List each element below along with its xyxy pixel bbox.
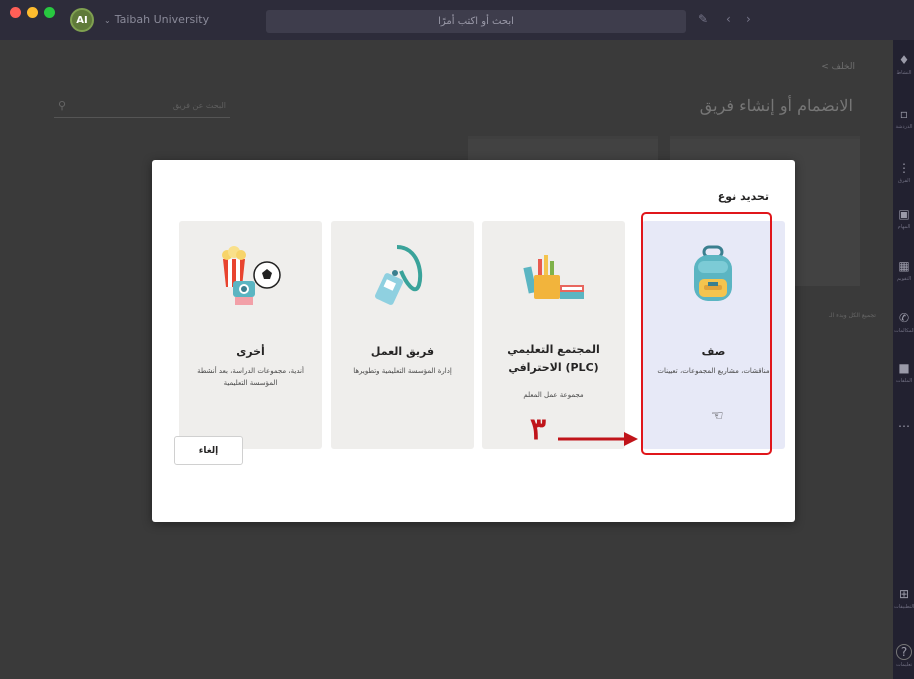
files-icon[interactable]: ■: [896, 360, 912, 376]
maximize-window-button[interactable]: [44, 7, 55, 18]
title-bar: AI ⌄ Taibah University ابحث أو اكتب أمرًا…: [0, 0, 914, 40]
apps-icon[interactable]: ⊞: [896, 586, 912, 602]
minimize-window-button[interactable]: [27, 7, 38, 18]
org-name-label: Taibah University: [114, 13, 210, 26]
popcorn-ball-camera-icon: [222, 246, 281, 305]
back-arrow-icon[interactable]: ‹: [726, 12, 731, 26]
compose-icon[interactable]: ✎: [698, 12, 708, 26]
dialog-title: تحديد نوع: [717, 190, 769, 203]
calendar-icon[interactable]: ▦: [896, 258, 912, 274]
rail-label-chat: الدردشة: [895, 124, 913, 130]
team-type-card-plc[interactable]: المجتمع التعليمي الاحترافي (PLC) مجموعة …: [482, 221, 625, 449]
rail-label-teams: الفرق: [897, 178, 911, 184]
rail-label-files: الملفات: [895, 378, 913, 384]
bell-icon[interactable]: ♦: [896, 52, 912, 68]
cancel-button[interactable]: إلغاء: [174, 436, 243, 465]
books-pencils-icon: [523, 255, 584, 299]
team-type-card-staff[interactable]: فريق العمل إدارة المؤسسة التعليمية وتطوي…: [331, 221, 474, 449]
close-window-button[interactable]: [10, 7, 21, 18]
rail-label-activity: النشاط: [896, 70, 912, 76]
rail-label-calendar: التقويم: [896, 276, 912, 282]
org-switcher[interactable]: ⌄ Taibah University: [104, 13, 209, 26]
rail-label-apps: التطبيقات: [894, 604, 914, 610]
card-desc-plc: مجموعة عمل المعلم: [523, 391, 584, 399]
rail-label-calls: المكالمات: [894, 328, 914, 334]
background-card-text: تجميع الكل وبدء الـ: [829, 312, 876, 319]
hand-cursor-icon: ☜: [711, 408, 724, 424]
step-number-label: ٣: [530, 412, 547, 447]
search-icon: ⚲: [58, 99, 67, 112]
help-icon[interactable]: ?: [896, 644, 912, 660]
annotation-arrow-icon: [558, 432, 638, 446]
card-name-other: أخرى: [236, 345, 265, 358]
org-avatar[interactable]: AI: [70, 8, 94, 32]
highlight-box: [641, 212, 772, 455]
app-rail: ♦ النشاط ▫ الدردشة ⋮ الفرق ▣ المهام ▦ ال…: [893, 40, 914, 679]
card-name-staff: فريق العمل: [370, 345, 435, 358]
rail-label-help: تعليمات: [895, 662, 913, 668]
forward-arrow-icon[interactable]: ›: [746, 12, 751, 26]
card-desc-staff: إدارة المؤسسة التعليمية وتطويرها: [353, 367, 452, 375]
rail-label-assignments: المهام: [897, 224, 911, 230]
card-desc-other: أندية، مجموعات الدراسة، بعد أنشطة المؤسس…: [197, 367, 304, 387]
assignments-icon[interactable]: ▣: [896, 206, 912, 222]
team-search-field[interactable]: ⚲ البحث عن فريق: [54, 96, 230, 118]
teams-icon[interactable]: ⋮: [896, 160, 912, 176]
team-search-placeholder: البحث عن فريق: [172, 101, 226, 110]
id-badge-lanyard-icon: [375, 245, 423, 305]
search-input[interactable]: ابحث أو اكتب أمرًا: [266, 10, 686, 33]
phone-icon[interactable]: ✆: [896, 310, 912, 326]
back-breadcrumb[interactable]: < الخلف: [821, 62, 855, 72]
page-title: الانضمام أو إنشاء فريق: [699, 96, 853, 115]
chat-icon[interactable]: ▫: [896, 106, 912, 122]
chevron-down-icon: ⌄: [104, 16, 111, 25]
card-name-plc: المجتمع التعليمي الاحترافي (PLC): [507, 343, 600, 374]
team-type-card-other[interactable]: أخرى أندية، مجموعات الدراسة، بعد أنشطة ا…: [179, 221, 322, 449]
more-apps-icon[interactable]: ⋯: [896, 418, 912, 434]
